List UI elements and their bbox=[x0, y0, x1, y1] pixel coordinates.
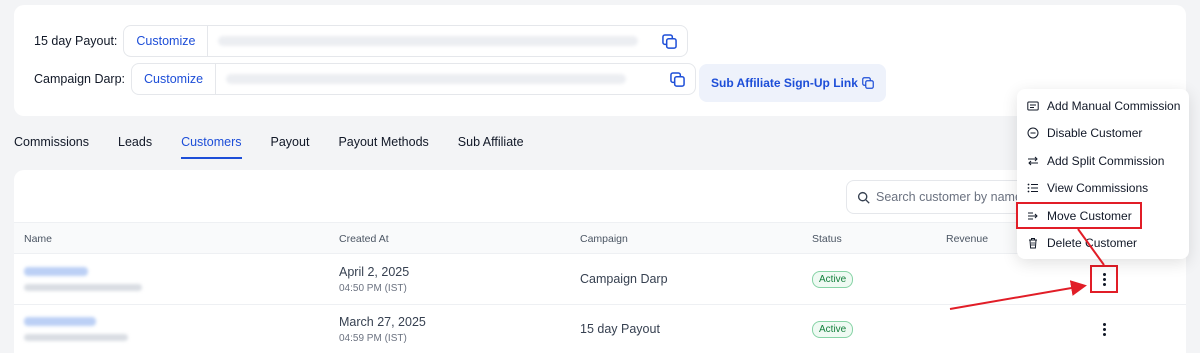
column-header-name: Name bbox=[24, 233, 53, 245]
menu-item-delete-customer[interactable]: Delete Customer bbox=[1017, 230, 1189, 258]
swap-arrows-icon bbox=[1027, 155, 1039, 167]
campaign-cell: 15 day Payout bbox=[580, 322, 660, 336]
search-icon bbox=[857, 191, 870, 204]
sub-affiliate-button-label: Sub Affiliate Sign-Up Link bbox=[711, 76, 858, 90]
payout-link-box: Customize bbox=[131, 63, 697, 95]
menu-item-label: Add Manual Commission bbox=[1047, 98, 1181, 113]
list-icon bbox=[1027, 182, 1039, 194]
column-header-campaign: Campaign bbox=[580, 233, 628, 245]
customize-button[interactable]: Customize bbox=[124, 26, 209, 56]
referral-links-card: 15 day Payout: Customize Campaign Darp: … bbox=[14, 5, 1186, 116]
campaign-cell: Campaign Darp bbox=[580, 272, 668, 286]
column-header-status: Status bbox=[812, 233, 842, 245]
menu-item-add-manual-commission[interactable]: Add Manual Commission bbox=[1017, 92, 1189, 120]
created-time: 04:50 PM (IST) bbox=[339, 283, 407, 294]
tab-customers[interactable]: Customers bbox=[181, 135, 242, 159]
created-at-cell: March 27, 2025 04:59 PM (IST) bbox=[339, 315, 426, 344]
table-row: March 27, 2025 04:59 PM (IST) 15 day Pay… bbox=[14, 305, 1186, 353]
sub-affiliate-signup-link-button[interactable]: Sub Affiliate Sign-Up Link bbox=[699, 64, 886, 102]
table-header: Name Created At Campaign Status Revenue bbox=[14, 222, 1186, 254]
created-time: 04:59 PM (IST) bbox=[339, 333, 407, 344]
customers-table-card: Name Created At Campaign Status Revenue … bbox=[14, 170, 1186, 353]
menu-item-view-commissions[interactable]: View Commissions bbox=[1017, 175, 1189, 203]
payout-link-row-campaign-darp: Campaign Darp: Customize bbox=[34, 63, 697, 95]
status-badge: Active bbox=[812, 321, 854, 338]
customer-name-redacted bbox=[24, 267, 142, 291]
copy-icon bbox=[862, 77, 874, 89]
commission-icon bbox=[1027, 100, 1039, 112]
column-header-created-at: Created At bbox=[339, 233, 389, 245]
created-at-cell: April 2, 2025 04:50 PM (IST) bbox=[339, 265, 409, 294]
menu-item-add-split-commission[interactable]: Add Split Commission bbox=[1017, 147, 1189, 175]
status-badge-wrapper: Active bbox=[812, 269, 854, 288]
referral-url-redacted bbox=[226, 74, 627, 84]
affiliate-tabs: Commissions Leads Customers Payout Payou… bbox=[14, 135, 553, 159]
copy-icon[interactable] bbox=[661, 33, 677, 49]
row-actions-button[interactable] bbox=[1094, 319, 1114, 339]
menu-item-label: View Commissions bbox=[1047, 181, 1149, 196]
tab-payout[interactable]: Payout bbox=[271, 135, 310, 159]
trash-icon bbox=[1027, 237, 1039, 249]
menu-item-label: Add Split Commission bbox=[1047, 153, 1165, 168]
minus-circle-icon bbox=[1027, 127, 1039, 139]
kebab-highlight-box bbox=[1090, 265, 1118, 293]
customer-name-redacted bbox=[24, 317, 128, 341]
menu-item-label: Delete Customer bbox=[1047, 236, 1138, 251]
menu-item-disable-customer[interactable]: Disable Customer bbox=[1017, 120, 1189, 148]
tab-payout-methods[interactable]: Payout Methods bbox=[338, 135, 428, 159]
tab-commissions[interactable]: Commissions bbox=[14, 135, 89, 159]
referral-url-redacted bbox=[218, 36, 639, 46]
menu-item-label: Disable Customer bbox=[1047, 126, 1143, 141]
table-row: April 2, 2025 04:50 PM (IST) Campaign Da… bbox=[14, 255, 1186, 305]
tab-leads[interactable]: Leads bbox=[118, 135, 152, 159]
created-date: April 2, 2025 bbox=[339, 265, 410, 279]
payout-link-row-15day: 15 day Payout: Customize bbox=[34, 25, 689, 57]
payout-link-label: Campaign Darp: bbox=[34, 72, 126, 86]
copy-icon[interactable] bbox=[669, 71, 685, 87]
customize-button[interactable]: Customize bbox=[132, 64, 217, 94]
row-actions-menu: Add Manual Commission Disable Customer A… bbox=[1017, 89, 1189, 259]
created-date: March 27, 2025 bbox=[339, 315, 426, 329]
tab-sub-affiliate[interactable]: Sub Affiliate bbox=[458, 135, 524, 159]
column-header-revenue: Revenue bbox=[946, 233, 989, 245]
status-badge-wrapper: Active bbox=[812, 319, 854, 338]
payout-link-label: 15 day Payout: bbox=[34, 34, 118, 48]
status-badge: Active bbox=[812, 271, 854, 288]
move-customer-highlight-box bbox=[1016, 202, 1142, 229]
payout-link-box: Customize bbox=[123, 25, 689, 57]
